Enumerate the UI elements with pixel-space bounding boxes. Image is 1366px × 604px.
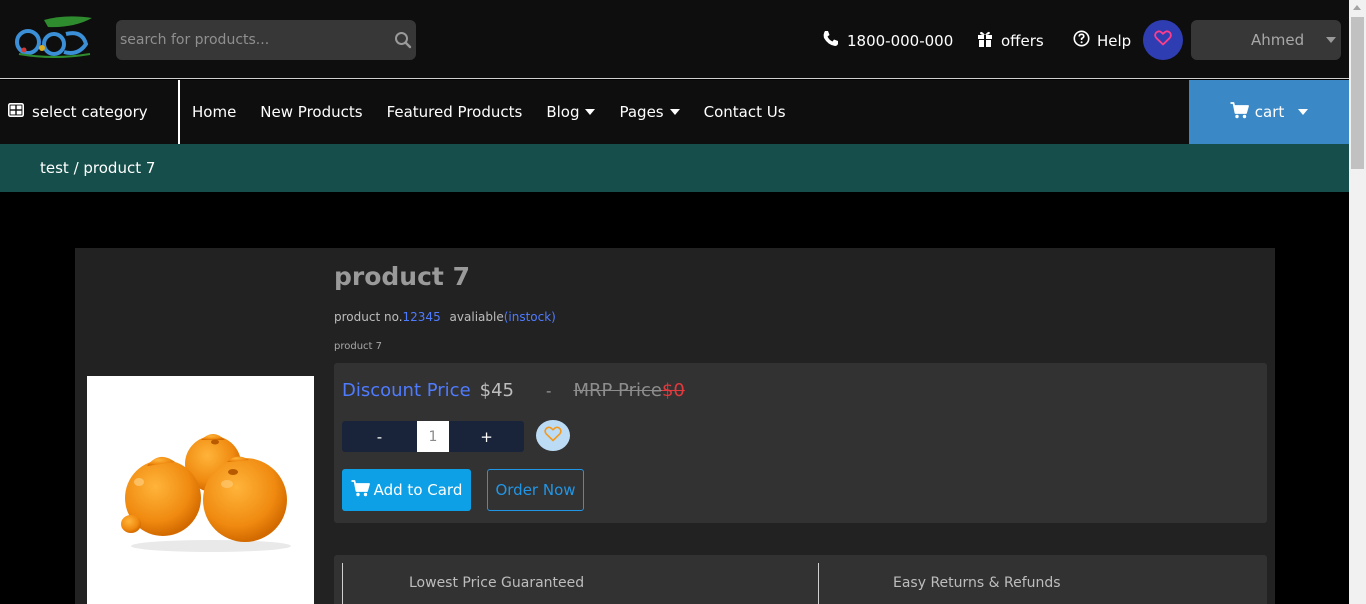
availability-label: avaliable (449, 310, 504, 324)
wishlist-button[interactable] (1143, 20, 1183, 60)
discount-price-label: Discount Price (342, 380, 471, 401)
nav-links: Home New Products Featured Products Blog… (192, 80, 810, 144)
help-link[interactable]: Help (1073, 30, 1131, 51)
page-scrollbar[interactable] (1349, 0, 1366, 604)
feature-easy-returns: Easy Returns & Refunds (893, 575, 1061, 591)
product-image[interactable] (87, 376, 314, 604)
cart-icon (1230, 101, 1249, 123)
add-to-card-button[interactable]: Add to Card (342, 469, 471, 511)
feature-divider (818, 563, 819, 604)
nav-link-blog[interactable]: Blog (546, 103, 596, 121)
search-icon[interactable] (394, 31, 412, 49)
nav-link-pages[interactable]: Pages (619, 103, 680, 121)
phone-contact[interactable]: 1800-000-000 (822, 30, 953, 51)
caret-down-icon (585, 109, 596, 115)
help-label: Help (1097, 31, 1132, 50)
phone-number: 1800-000-000 (847, 31, 954, 50)
feature-divider (342, 563, 343, 604)
product-card: product 7 product no.12345 avaliable(ins… (75, 248, 1275, 604)
breadcrumb: test / product 7 (0, 144, 1349, 192)
breadcrumb-text: test / product 7 (40, 159, 156, 177)
search-box (116, 20, 416, 60)
order-now-label: Order Now (495, 481, 576, 499)
product-title: product 7 (334, 262, 470, 291)
nav-link-contact-us[interactable]: Contact Us (704, 103, 786, 121)
price-row: Discount Price $45 - MRP Price $0 (342, 380, 685, 401)
top-header: 1800-000-000 offers Help Ahmed (0, 0, 1349, 79)
offers-label: offers (1001, 31, 1044, 50)
cart-icon (351, 479, 370, 501)
product-number: 12345 (402, 310, 441, 324)
discount-price-value: $45 (479, 380, 515, 401)
store-logo[interactable] (14, 12, 96, 60)
availability-status: (instock) (503, 310, 556, 324)
add-to-card-label: Add to Card (373, 481, 463, 499)
feature-lowest-price: Lowest Price Guaranteed (409, 575, 585, 591)
mrp-price-value: $0 (661, 380, 685, 401)
product-info: product no.12345 avaliable(instock) (334, 310, 556, 324)
user-account-select[interactable]: Ahmed (1191, 20, 1341, 60)
heart-icon (544, 426, 562, 446)
price-box: Discount Price $45 - MRP Price $0 - 1 + … (334, 363, 1267, 523)
nav-link-featured-products[interactable]: Featured Products (387, 103, 523, 121)
quantity-input[interactable]: 1 (417, 421, 449, 452)
select-category-button[interactable]: select category (0, 80, 180, 144)
nav-link-home[interactable]: Home (192, 103, 236, 121)
offers-link[interactable]: offers (977, 30, 1044, 51)
product-number-label: product no. (334, 310, 403, 324)
main-navbar: select category Home New Products Featur… (0, 80, 1349, 144)
product-description: product 7 (334, 341, 383, 352)
search-input[interactable] (116, 20, 386, 60)
price-separator: - (546, 382, 552, 400)
phone-icon (822, 30, 839, 51)
caret-down-icon (1298, 109, 1309, 115)
order-now-button[interactable]: Order Now (487, 469, 584, 511)
features-strip: Lowest Price Guaranteed Easy Returns & R… (334, 555, 1267, 604)
user-name: Ahmed (1251, 31, 1305, 49)
chevron-down-icon (1326, 37, 1336, 43)
add-to-wishlist-button[interactable] (536, 420, 570, 451)
scrollbar-thumb[interactable] (1351, 17, 1364, 169)
cart-label: cart (1254, 103, 1285, 121)
scroll-up-icon[interactable] (1353, 5, 1361, 10)
grid-icon (8, 103, 24, 121)
quantity-stepper: - 1 + (342, 421, 524, 452)
cart-button[interactable]: cart (1189, 80, 1349, 144)
question-circle-icon (1073, 30, 1090, 51)
select-category-label: select category (32, 103, 148, 121)
gift-icon (977, 30, 993, 51)
mrp-price-label: MRP Price (573, 380, 662, 401)
heart-icon (1154, 30, 1172, 50)
quantity-increase-button[interactable]: + (449, 421, 524, 452)
caret-down-icon (669, 109, 680, 115)
nav-link-new-products[interactable]: New Products (260, 103, 362, 121)
quantity-decrease-button[interactable]: - (342, 421, 417, 452)
